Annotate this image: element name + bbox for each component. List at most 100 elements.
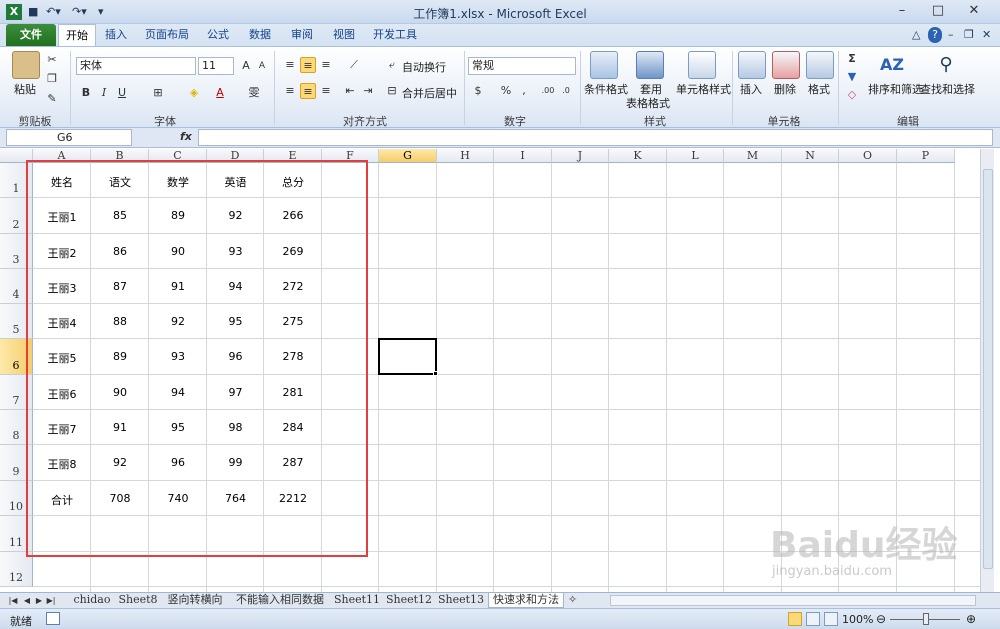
wrap-text-icon[interactable]: ⤶ (384, 57, 400, 73)
first-sheet-icon[interactable]: |◀ (8, 594, 18, 607)
formula-input[interactable] (198, 129, 993, 146)
bold-button[interactable]: B (78, 85, 94, 101)
sheet-tab[interactable]: chidao (70, 593, 114, 608)
cut-icon[interactable]: ✂ (44, 52, 60, 68)
next-sheet-icon[interactable]: ▶ (34, 594, 44, 607)
macro-record-icon[interactable] (46, 612, 60, 625)
sort-filter-label[interactable]: 排序和筛选 (868, 81, 923, 97)
minimize-button[interactable]: – (888, 2, 916, 20)
phonetic-icon[interactable]: 雯 (246, 85, 262, 101)
zoom-level[interactable]: 100% (842, 613, 873, 626)
column-header-N[interactable]: N (782, 149, 839, 163)
comma-icon[interactable]: , (516, 83, 532, 99)
decrease-indent-icon[interactable]: ⇤ (342, 83, 358, 99)
format-cells-label[interactable]: 格式 (808, 81, 830, 97)
cell-styles-icon[interactable] (688, 51, 716, 79)
tab-home[interactable]: 开始 (58, 24, 96, 46)
tab-view[interactable]: 视图 (326, 24, 362, 46)
sort-filter-icon[interactable]: AZ (878, 51, 906, 79)
sheet-tab[interactable]: Sheet8 (116, 593, 160, 608)
row-header-12[interactable]: 12 (0, 552, 33, 587)
close-button[interactable]: ✕ (960, 2, 988, 20)
decrease-decimal-icon[interactable]: .0 (558, 83, 574, 99)
conditional-format-icon[interactable] (590, 51, 618, 79)
find-select-icon[interactable]: ⚲ (932, 51, 960, 79)
copy-icon[interactable]: ❐ (44, 71, 60, 87)
fill-handle[interactable] (433, 371, 438, 376)
column-header-K[interactable]: K (609, 149, 667, 163)
insert-function-icon[interactable]: fx (180, 130, 192, 143)
wrap-text-label[interactable]: 自动换行 (402, 59, 446, 75)
column-header-H[interactable]: H (437, 149, 494, 163)
fill-icon[interactable]: ▼ (844, 69, 860, 85)
format-table-label2[interactable]: 表格格式 (626, 95, 670, 111)
autosum-icon[interactable]: Σ (844, 51, 860, 67)
name-box[interactable]: G6 (6, 129, 132, 146)
zoom-slider-knob[interactable] (923, 613, 929, 625)
tab-file[interactable]: 文件 (6, 24, 56, 46)
cell-styles-label[interactable]: 单元格样式 (676, 81, 731, 97)
minimize-ribbon-icon[interactable]: △ (912, 27, 920, 43)
horizontal-scrollbar[interactable] (610, 595, 976, 606)
align-right-icon[interactable]: ≡ (318, 83, 334, 99)
column-header-J[interactable]: J (552, 149, 609, 163)
normal-view-icon[interactable] (788, 612, 802, 626)
delete-cells-label[interactable]: 删除 (774, 81, 796, 97)
tab-page-layout[interactable]: 页面布局 (140, 24, 194, 46)
align-bottom-icon[interactable]: ≡ (318, 57, 334, 73)
sheet-tab[interactable]: Sheet12 (385, 593, 433, 608)
maximize-button[interactable]: □ (924, 2, 952, 20)
vertical-scrollbar[interactable] (980, 149, 994, 592)
align-middle-icon[interactable]: ≡ (300, 57, 316, 73)
clear-icon[interactable]: ◇ (844, 87, 860, 103)
format-painter-icon[interactable]: ✎ (44, 91, 60, 107)
font-size-select[interactable]: 11 (198, 57, 234, 75)
format-table-icon[interactable] (636, 51, 664, 79)
column-header-P[interactable]: P (897, 149, 955, 163)
tab-insert[interactable]: 插入 (98, 24, 134, 46)
merge-center-label[interactable]: 合并后居中 (402, 85, 457, 101)
tab-formulas[interactable]: 公式 (200, 24, 236, 46)
align-top-icon[interactable]: ≡ (282, 57, 298, 73)
percent-button[interactable]: % (498, 83, 514, 99)
sheet-tab[interactable]: 不能输入相同数据 (230, 593, 330, 608)
increase-decimal-icon[interactable]: .00 (540, 83, 556, 99)
column-header-O[interactable]: O (839, 149, 897, 163)
help-icon[interactable]: ? (928, 27, 942, 43)
insert-sheet-icon[interactable]: ✧ (568, 593, 586, 608)
format-cells-icon[interactable] (806, 51, 834, 79)
tab-review[interactable]: 审阅 (284, 24, 320, 46)
find-select-label[interactable]: 查找和选择 (920, 81, 975, 97)
prev-sheet-icon[interactable]: ◀ (22, 594, 32, 607)
sheet-tab[interactable]: 快速求和方法 (488, 593, 564, 608)
wb-minimize-icon[interactable]: – (948, 27, 954, 43)
tab-developer[interactable]: 开发工具 (368, 24, 422, 46)
column-header-M[interactable]: M (724, 149, 782, 163)
shrink-font-icon[interactable]: A (254, 58, 270, 74)
column-header-L[interactable]: L (667, 149, 724, 163)
sheet-tab[interactable]: 竖向转横向 (163, 593, 227, 608)
underline-button[interactable]: U (114, 85, 130, 101)
insert-cells-icon[interactable] (738, 51, 766, 79)
vertical-scroll-thumb[interactable] (983, 169, 993, 569)
font-color-icon[interactable]: A (212, 85, 228, 101)
last-sheet-icon[interactable]: ▶| (46, 594, 56, 607)
orientation-icon[interactable]: ⟋ (346, 57, 362, 73)
selected-cell[interactable] (378, 338, 437, 375)
zoom-out-icon[interactable]: ⊖ (876, 612, 886, 626)
accounting-icon[interactable]: $ (470, 83, 486, 99)
conditional-format-label[interactable]: 条件格式 (584, 81, 628, 97)
wb-restore-icon[interactable]: ❐ (964, 27, 974, 43)
column-header-G[interactable]: G (379, 149, 437, 163)
page-layout-view-icon[interactable] (806, 612, 820, 626)
zoom-in-icon[interactable]: ⊕ (966, 612, 976, 626)
border-icon[interactable]: ⊞ (150, 85, 166, 101)
align-center-icon[interactable]: ≡ (300, 83, 316, 99)
number-format-select[interactable]: 常规 (468, 57, 576, 75)
merge-center-icon[interactable]: ⊟ (384, 83, 400, 99)
align-left-icon[interactable]: ≡ (282, 83, 298, 99)
sheet-tab[interactable]: Sheet13 (437, 593, 485, 608)
italic-button[interactable]: I (96, 85, 112, 101)
column-header-I[interactable]: I (494, 149, 552, 163)
paste-icon[interactable] (12, 51, 40, 79)
